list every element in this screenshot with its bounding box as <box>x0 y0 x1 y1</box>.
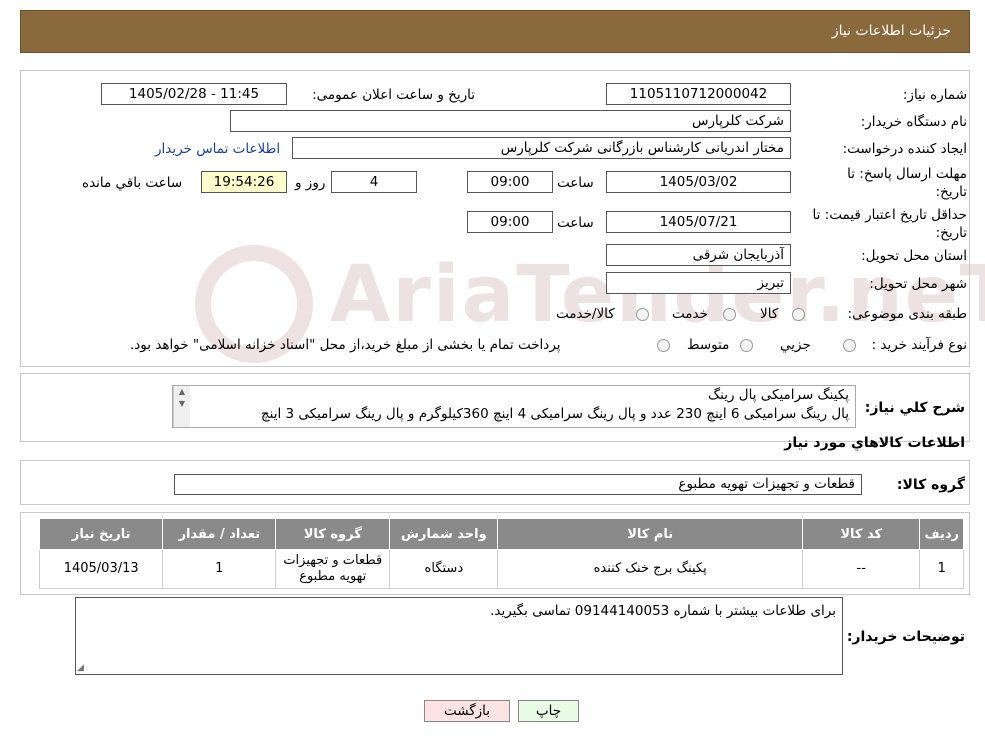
validity-time-field: 09:00 <box>467 211 553 233</box>
cell-group: قطعات و تجهیزات تهویه مطبوع <box>275 549 391 589</box>
validity-label: حداقل تاریخ اعتبار قیمت: تا <box>812 207 967 223</box>
table-row: 1 -- پکینگ برج خنک کننده دستگاه قطعات و … <box>38 549 964 589</box>
cell-code: -- <box>801 549 921 589</box>
buyer-notes-text: برای طلاعات بیشتر با شماره 09144140053 ت… <box>490 603 836 619</box>
creator-field: مختار اندریانی کارشناس بازرگانی شرکت کلر… <box>292 137 791 159</box>
province-label: استان محل تحویل: <box>861 248 967 264</box>
category-option-goods-service: کالا/خدمت <box>556 306 615 322</box>
summary-label: شرح کلي نياز: <box>864 400 965 416</box>
col-code-header: کد کالا <box>801 518 921 550</box>
summary-line-1: پکینگ سرامیکی پال رینگ <box>708 387 849 403</box>
table-header-row: رديف کد کالا نام کالا واحد شمارش گروه کا… <box>38 518 964 550</box>
items-table: رديف کد کالا نام کالا واحد شمارش گروه کا… <box>38 518 964 589</box>
summary-textarea[interactable]: ▲ ▼ پکینگ سرامیکی پال رینگ پال رینگ سرام… <box>172 385 856 428</box>
validity-time-label: ساعت <box>557 215 594 231</box>
back-button[interactable]: بازگشت <box>424 700 510 722</box>
page-title: جزئیات اطلاعات نیاز <box>831 23 951 39</box>
col-group-header: گروه کالا <box>275 518 391 550</box>
buyer-notes-textarea[interactable]: برای طلاعات بیشتر با شماره 09144140053 ت… <box>75 597 843 675</box>
days-remaining-field: 4 <box>331 171 417 193</box>
announce-field: 1405/02/28 - 11:45 <box>101 83 287 105</box>
creator-label: ایجاد کننده درخواست: <box>842 141 967 157</box>
cell-name: پکینگ برج خنک کننده <box>497 549 803 589</box>
deadline-time-label: ساعت <box>557 175 594 191</box>
cell-unit: دستگاه <box>389 549 499 589</box>
category-option-service: خدمت <box>672 306 708 322</box>
category-radio-goods[interactable] <box>792 308 805 321</box>
city-field: تبریز <box>606 272 791 294</box>
goods-group-field: قطعات و تجهیزات تهویه مطبوع <box>174 474 862 495</box>
category-radio-service[interactable] <box>723 308 736 321</box>
need-number-label: شماره نیاز: <box>902 87 967 103</box>
validity-date-field: 1405/07/21 <box>606 211 791 233</box>
remaining-time-field: 19:54:26 <box>201 171 287 193</box>
deadline-label: مهلت ارسال پاسخ: تا <box>847 166 967 182</box>
province-field: آذربایجان شرقی <box>606 244 791 266</box>
goods-section-title: اطلاعات کالاهاي مورد نياز <box>784 435 965 451</box>
deadline-time-field: 09:00 <box>467 171 553 193</box>
remaining-time-label: ساعت باقي مانده <box>82 175 183 191</box>
cell-row-number: 1 <box>919 549 964 589</box>
days-label: روز و <box>295 175 326 191</box>
announce-label: تاریخ و ساعت اعلان عمومی: <box>312 87 475 103</box>
col-date-header: تاريخ نياز <box>38 518 164 550</box>
purchase-radio-medium[interactable] <box>740 339 753 352</box>
col-row-header: رديف <box>919 518 964 550</box>
cell-date: 1405/03/13 <box>38 549 164 589</box>
buyer-notes-label: توضیحات خریدار: <box>846 629 965 645</box>
scroll-down-icon[interactable]: ▼ <box>174 398 190 410</box>
purchase-radio-treasury[interactable] <box>657 339 670 352</box>
need-number-field: 1105110712000042 <box>606 83 791 105</box>
deadline-date-field: 1405/03/02 <box>606 171 791 193</box>
summary-line-2: پال رینگ سرامیکی 6 اینچ 230 عدد و پال ری… <box>260 406 849 422</box>
goods-group-label: گروه کالا: <box>896 477 965 493</box>
purchase-option-minor: جزیي <box>780 337 811 353</box>
category-label: طبقه بندی موضوعی: <box>847 306 967 322</box>
resize-handle-icon[interactable]: ◢ <box>77 663 84 673</box>
cell-qty: 1 <box>162 549 277 589</box>
deadline-label-2: تاریخ: <box>935 184 967 200</box>
purchase-radio-minor[interactable] <box>843 339 856 352</box>
category-radio-goods-service[interactable] <box>636 308 649 321</box>
purchase-option-medium: متوسط <box>687 337 730 353</box>
category-option-goods: کالا <box>760 306 779 322</box>
col-qty-header: تعداد / مقدار <box>162 518 277 550</box>
buyer-org-label: نام دستگاه خریدار: <box>860 114 967 130</box>
page-header: جزئیات اطلاعات نیاز <box>20 10 970 53</box>
print-button[interactable]: چاپ <box>518 700 579 722</box>
buyer-contact-link[interactable]: اطلاعات تماس خریدار <box>155 141 280 157</box>
validity-label-2: تاریخ: <box>935 225 967 241</box>
city-label: شهر محل تحویل: <box>869 276 967 292</box>
purchase-note: پرداخت تمام یا بخشی از مبلغ خرید،از محل … <box>130 337 561 353</box>
scroll-up-icon[interactable]: ▲ <box>174 386 190 398</box>
summary-scrollbar[interactable]: ▲ ▼ <box>173 386 190 427</box>
col-unit-header: واحد شمارش <box>389 518 499 550</box>
purchase-type-label: نوع فرآیند خرید : <box>871 337 967 353</box>
buyer-org-field: شرکت کلرپارس <box>230 110 791 132</box>
col-name-header: نام کالا <box>497 518 803 550</box>
